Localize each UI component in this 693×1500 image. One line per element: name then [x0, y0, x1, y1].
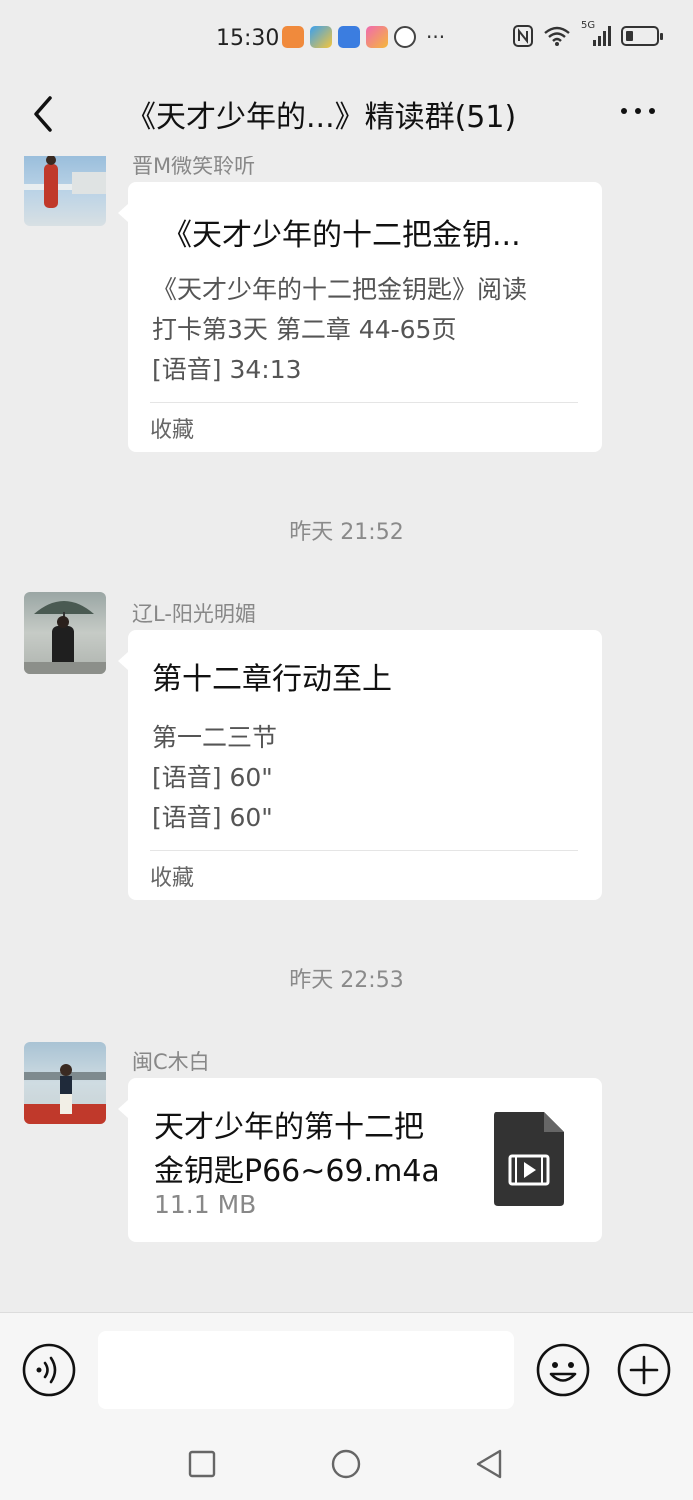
status-overflow: ··· [426, 25, 446, 49]
more-options-button[interactable] [621, 108, 655, 114]
sender-name: 辽L-阳光明媚 [132, 602, 256, 626]
recent-apps-button[interactable] [188, 1450, 216, 1478]
wifi-icon [544, 26, 570, 46]
message-timestamp: 昨天 21:52 [289, 520, 404, 545]
emoji-button[interactable] [536, 1343, 590, 1397]
notification-app-icon [338, 26, 360, 48]
card-line: 第一二三节 [152, 723, 278, 752]
notification-app-icon [282, 26, 304, 48]
card-divider [150, 402, 578, 403]
message-input-bar [0, 1312, 693, 1424]
system-back-button[interactable] [474, 1448, 504, 1480]
status-bar: 15:30 ··· 5G [0, 0, 693, 76]
system-navigation-bar [0, 1424, 693, 1500]
nfc-icon [513, 25, 533, 47]
card-line: [语音] 60" [152, 763, 273, 792]
file-name: 天才少年的第十二把 [154, 1110, 424, 1145]
status-right: 5G [513, 20, 663, 48]
more-functions-button[interactable] [617, 1343, 671, 1397]
card-line: 打卡第3天 第二章 44-65页 [152, 315, 457, 344]
card-line: [语音] 60" [152, 803, 273, 832]
chat-title: 《天才少年的...》精读群(51) [126, 100, 517, 135]
more-dots-icon [621, 108, 627, 114]
avatar[interactable] [24, 592, 106, 674]
chat-header: 《天才少年的...》精读群(51) [0, 76, 693, 156]
sender-name: 晋M微笑聆听 [132, 156, 256, 178]
card-title: 《天才少年的十二把金钥... [162, 218, 521, 253]
card-divider [150, 850, 578, 851]
card-footer-label: 收藏 [150, 866, 195, 891]
favorite-card-message[interactable]: 《天才少年的十二把金钥... 《天才少年的十二把金钥匙》阅读 打卡第3天 第二章… [118, 182, 602, 452]
message-text-input[interactable] [98, 1331, 514, 1409]
voice-input-button[interactable] [22, 1343, 76, 1397]
battery-icon [621, 26, 663, 46]
video-file-icon [494, 1112, 564, 1206]
signal-icon: 5G [581, 20, 611, 48]
notification-app-icon [310, 26, 332, 48]
card-line: 《天才少年的十二把金钥匙》阅读 [152, 275, 528, 304]
avatar[interactable] [24, 156, 106, 226]
message-list[interactable]: 晋M微笑聆听 《天才少年的十二把金钥... 《天才少年的十二把金钥匙》阅读 打卡… [0, 156, 693, 1312]
card-line: [语音] 34:13 [152, 355, 302, 384]
avatar[interactable] [24, 1042, 106, 1124]
message-timestamp: 昨天 22:53 [289, 968, 404, 993]
sender-name: 闽C木白 [132, 1050, 210, 1074]
back-button[interactable] [28, 92, 64, 136]
favorite-card-message[interactable]: 第十二章行动至上 第一二三节 [语音] 60" [语音] 60" 收藏 [118, 630, 602, 900]
home-button[interactable] [330, 1448, 362, 1480]
notification-app-icon [366, 26, 388, 48]
status-app-icons: ··· [282, 26, 445, 48]
file-message[interactable]: 天才少年的第十二把 金钥匙P66~69.m4a 11.1 MB [118, 1078, 602, 1242]
file-name: 金钥匙P66~69.m4a [154, 1154, 440, 1189]
card-footer-label: 收藏 [150, 418, 195, 443]
notification-app-icon [394, 26, 416, 48]
card-title: 第十二章行动至上 [152, 662, 392, 697]
status-time: 15:30 [216, 26, 280, 51]
file-size: 11.1 MB [154, 1190, 257, 1219]
